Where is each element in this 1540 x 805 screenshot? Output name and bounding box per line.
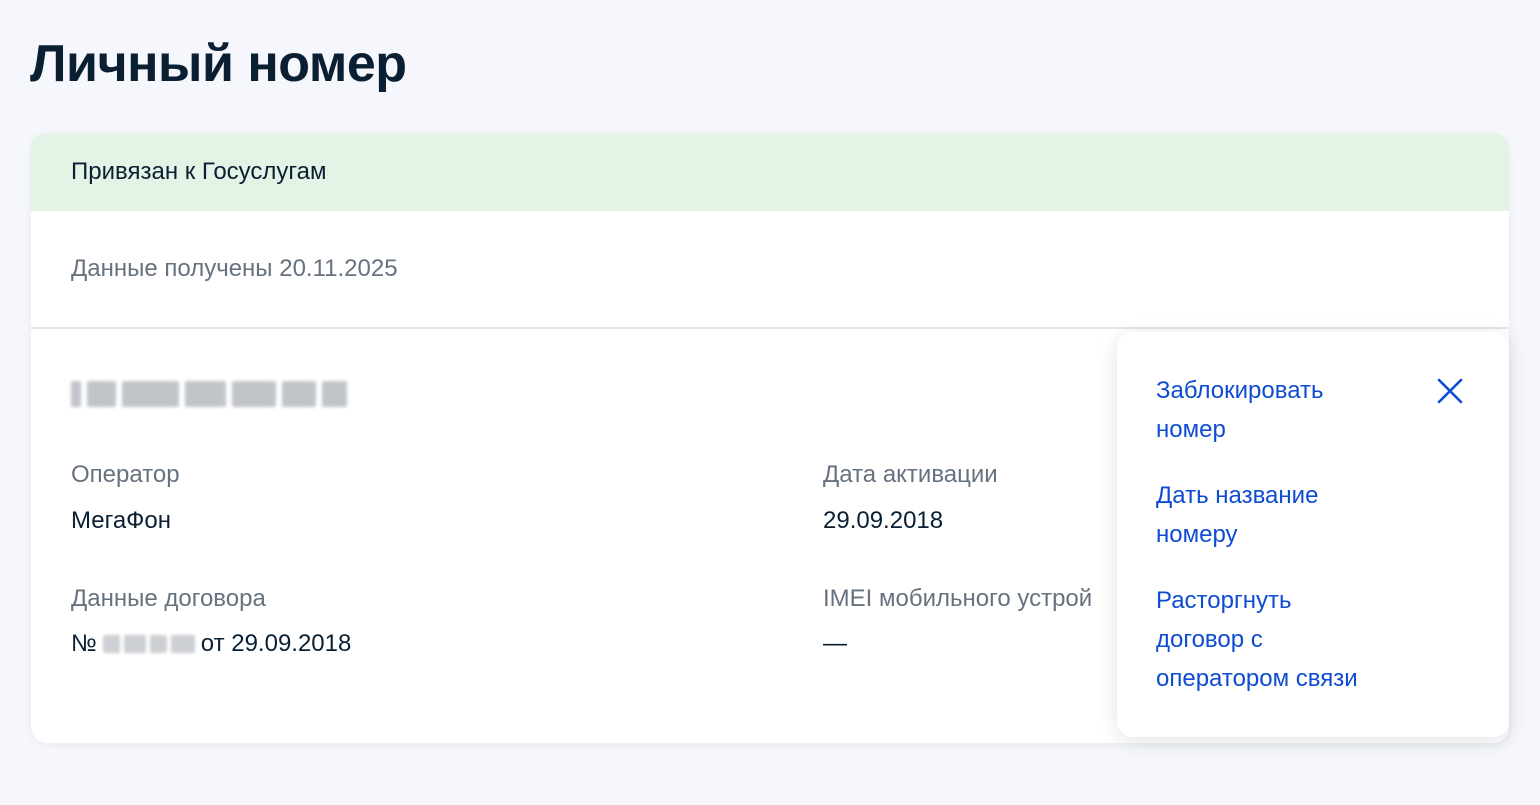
actions-dropdown-menu: Заблокировать номер Дать название номеру… xyxy=(1117,332,1509,737)
name-number-line-1: Дать название xyxy=(1156,482,1319,509)
block-number-menu-item[interactable]: Заблокировать номер xyxy=(1156,371,1416,449)
phone-number-redacted xyxy=(71,379,347,409)
page-title: Личный номер xyxy=(30,35,407,93)
operator-value: МегаФон xyxy=(71,507,172,534)
activation-value: 29.09.2018 xyxy=(823,507,944,534)
operator-label: Оператор xyxy=(71,461,180,488)
status-text: Привязан к Госуслугам xyxy=(71,158,327,185)
data-received-text: Данные получены 20.11.2025 xyxy=(71,255,398,282)
terminate-contract-line-3: оператором связи xyxy=(1156,665,1358,692)
contract-number-prefix: № xyxy=(71,630,97,657)
imei-value: — xyxy=(823,630,847,657)
name-number-menu-item[interactable]: Дать название номеру xyxy=(1156,476,1416,554)
page: Личный номер Привязан к Госуслугам Данны… xyxy=(0,0,1540,805)
close-menu-button[interactable] xyxy=(1435,376,1465,406)
block-number-line-1: Заблокировать xyxy=(1156,377,1324,404)
imei-label: IMEI мобильного устрой xyxy=(823,585,1093,612)
block-number-line-2: номер xyxy=(1156,416,1226,443)
name-number-line-2: номеру xyxy=(1156,521,1238,548)
contract-value: № от 29.09.2018 xyxy=(71,630,351,658)
contract-number-redacted xyxy=(102,631,195,657)
close-icon xyxy=(1437,378,1463,404)
activation-label: Дата активации xyxy=(823,461,998,488)
terminate-contract-menu-item[interactable]: Расторгнуть договор с оператором связи xyxy=(1156,581,1416,698)
status-banner: Привязан к Госуслугам xyxy=(31,133,1509,211)
contract-label: Данные договора xyxy=(71,585,266,612)
terminate-contract-line-1: Расторгнуть xyxy=(1156,587,1292,614)
terminate-contract-line-2: договор с xyxy=(1156,626,1263,653)
contract-date: от 29.09.2018 xyxy=(200,630,352,657)
data-received-row: Данные получены 20.11.2025 xyxy=(31,211,1509,329)
